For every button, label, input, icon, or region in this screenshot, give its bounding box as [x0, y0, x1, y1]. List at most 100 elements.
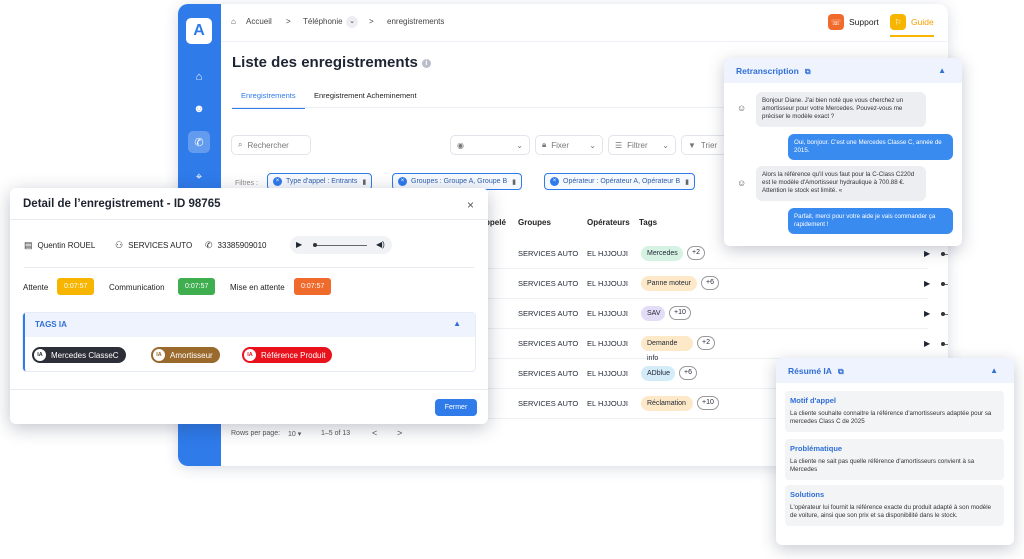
fixer-label: Fixer	[551, 140, 570, 150]
ai-tag-mercedes[interactable]: IA Mercedes ClasseC	[32, 347, 126, 363]
tag-badge[interactable]: Réclamation	[641, 396, 693, 411]
table-row[interactable]: SERVICES AUTO EL HJJOUJI Demande info +2…	[485, 329, 948, 362]
audio-scrubber[interactable]	[941, 312, 945, 316]
more-tags-badge[interactable]: +10	[697, 396, 719, 410]
chevron-up-icon[interactable]: ▲	[938, 66, 946, 75]
tag-badge[interactable]: Mercedes	[641, 246, 683, 261]
pager-next-button[interactable]: >	[397, 428, 402, 438]
tag-badge[interactable]: SAV	[641, 306, 665, 321]
more-tags-badge[interactable]: +6	[701, 276, 719, 290]
ai-tag-label: Référence Produit	[261, 350, 326, 360]
col-header-operateurs[interactable]: Opérateurs	[587, 218, 630, 227]
breadcrumb-sep-2: >	[369, 17, 374, 26]
app-logo[interactable]: A	[186, 18, 212, 44]
trash-icon[interactable]: ▮	[512, 178, 516, 186]
chevron-down-icon[interactable]: ⌄	[346, 16, 358, 28]
breadcrumb-home[interactable]: Accueil	[246, 17, 272, 26]
play-icon[interactable]: ▶	[924, 309, 930, 318]
search-input[interactable]: ⌕ Rechercher	[231, 135, 311, 155]
table-row[interactable]: SERVICES AUTO EL HJJOUJI Panne moteur +6…	[485, 269, 948, 299]
fixer-button[interactable]: 🔒︎ Fixer ⌄	[535, 135, 603, 155]
tags-ia-header[interactable]: TAGS IA ▲	[25, 313, 475, 337]
col-header-tags[interactable]: Tags	[639, 218, 657, 227]
lock-icon: 🔒︎	[542, 140, 547, 149]
message-client: Oui, bonjour. C'est une Mercedes Classe …	[788, 134, 953, 161]
close-icon[interactable]: ×	[550, 177, 559, 186]
message-agent: Bonjour Diane. J'ai bien noté que vous c…	[756, 92, 926, 127]
user-name: Quentin ROUEL	[37, 241, 96, 250]
play-icon[interactable]: ▶	[924, 339, 930, 348]
col-header-appele[interactable]: ppelé	[485, 218, 506, 227]
trash-icon[interactable]: ▮	[685, 178, 689, 186]
tag-badge[interactable]: Panne moteur	[641, 276, 697, 291]
row-audio-player[interactable]: ▶ ◀︎)	[924, 249, 948, 259]
phone-icon[interactable]: ✆	[188, 131, 210, 153]
tags-ia-title: TAGS IA	[35, 320, 67, 329]
chevron-up-icon[interactable]: ▲	[453, 319, 461, 328]
breadcrumb-telephonie[interactable]: Téléphonie	[303, 17, 343, 26]
play-icon[interactable]: ▶	[296, 240, 302, 249]
row-audio-player[interactable]: ▶ ◀︎)	[924, 279, 948, 289]
audio-scrubber[interactable]	[941, 252, 945, 256]
info-icon[interactable]: i	[421, 58, 431, 68]
audio-scrubber[interactable]	[941, 342, 945, 346]
group-cell: SERVICES AUTO	[518, 309, 579, 318]
tags-ia-section: TAGS IA ▲ IA Mercedes ClasseC IA Amortis…	[23, 313, 475, 371]
more-tags-badge[interactable]: +2	[697, 336, 715, 350]
support-button[interactable]: ☏ Support	[828, 14, 879, 30]
play-icon[interactable]: ▶	[924, 249, 930, 258]
summary-card-text: L'opérateur lui fournit la référence exa…	[790, 504, 992, 520]
row-audio-player[interactable]: ▶ ◀︎)	[924, 309, 948, 319]
audio-progress[interactable]	[314, 245, 367, 246]
operator-cell: EL HJJOUJI	[587, 399, 628, 408]
copy-icon[interactable]: ⧉	[838, 367, 844, 376]
home-icon[interactable]: ⌂	[188, 66, 210, 88]
detail-modal: Detail de l’enregistrement - ID 98765 × …	[10, 188, 488, 424]
table-row[interactable]: SERVICES AUTO EL HJJOUJI SAV +10 ▶ ◀︎) 0…	[485, 299, 948, 329]
satellite-icon[interactable]: ⌖	[188, 166, 210, 188]
transcription-header[interactable]: Retranscription ⧉ ▲	[724, 58, 962, 83]
pager-prev-button[interactable]: <	[372, 428, 377, 438]
breadcrumb-sep: >	[286, 17, 291, 26]
chevron-up-icon[interactable]: ▲	[990, 366, 998, 375]
tab-acheminement[interactable]: Enregistrement Acheminement	[314, 91, 417, 100]
tag-badge[interactable]: ADblue	[641, 366, 675, 381]
close-icon[interactable]: ×	[273, 177, 282, 186]
play-icon[interactable]: ▶	[924, 279, 930, 288]
guide-label: Guide	[911, 17, 934, 27]
trier-button[interactable]: ▼ Trier	[681, 135, 727, 155]
copy-icon[interactable]: ⧉	[805, 67, 811, 76]
audio-scrubber[interactable]	[941, 282, 945, 286]
breadcrumb-current: enregistrements	[387, 17, 445, 26]
more-tags-badge[interactable]: +2	[687, 246, 705, 260]
close-icon[interactable]: ×	[398, 177, 407, 186]
ai-tag-amortisseur[interactable]: IA Amortisseur	[151, 347, 220, 363]
ai-tag-label: Mercedes ClasseC	[51, 350, 119, 360]
summary-card-problematique: Problématique La cliente ne sait pas que…	[785, 439, 1004, 480]
home-crumb-icon[interactable]: ⌂	[231, 17, 236, 26]
filtrer-button[interactable]: ☰ Filtrer ⌄	[608, 135, 676, 155]
ai-tag-reference[interactable]: IA Référence Produit	[242, 347, 333, 363]
chevron-down-icon: ⌄	[662, 140, 669, 150]
rows-per-page-select[interactable]: 10 ▾	[288, 430, 301, 438]
more-tags-badge[interactable]: +10	[669, 306, 691, 320]
smile-icon[interactable]: ☻	[188, 98, 210, 120]
summary-card-title: Motif d'appel	[790, 396, 836, 405]
sliders-icon: ☰	[615, 140, 623, 150]
chevron-down-icon: ⌄	[589, 140, 596, 150]
view-select[interactable]: ◉ ⌄	[450, 135, 530, 155]
ia-badge: IA	[34, 349, 46, 361]
trash-icon[interactable]: ▮	[362, 178, 366, 186]
more-tags-badge[interactable]: +6	[679, 366, 697, 380]
fermer-button[interactable]: Fermer	[435, 399, 477, 416]
filter-chip-operateur[interactable]: × Opérateur : Opérateur A, Opérateur B ▮	[544, 173, 695, 190]
row-audio-player[interactable]: ▶ ◀︎)	[924, 339, 948, 349]
tag-badge[interactable]: Demande info	[641, 336, 693, 362]
summary-header[interactable]: Résumé IA ⧉ ▲	[776, 358, 1014, 383]
guide-button[interactable]: ⚐ Guide	[890, 14, 934, 37]
col-header-groupes[interactable]: Groupes	[518, 218, 551, 227]
audio-scrubber[interactable]	[313, 243, 317, 247]
volume-icon[interactable]: ◀︎)	[376, 240, 385, 249]
audio-player[interactable]: ▶ ◀︎)	[290, 236, 392, 254]
close-icon[interactable]: ×	[467, 198, 474, 212]
